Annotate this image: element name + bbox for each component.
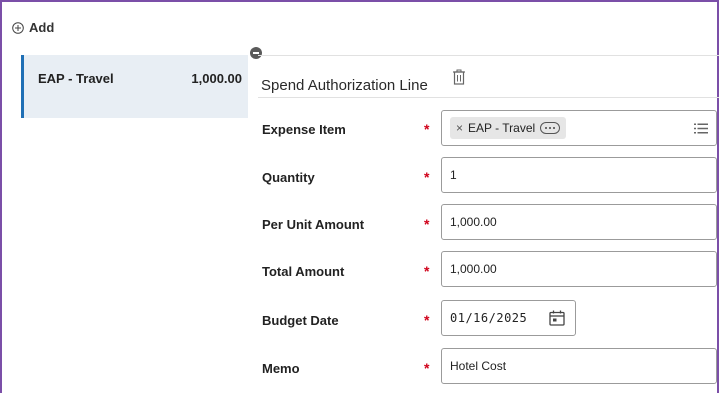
per-unit-amount-input[interactable]: 1,000.00 bbox=[441, 204, 717, 240]
section-title: Spend Authorization Line bbox=[261, 77, 428, 94]
required-marker: * bbox=[424, 169, 430, 185]
memo-label: Memo bbox=[262, 361, 300, 376]
window-frame-top bbox=[0, 0, 719, 2]
expense-item-field[interactable]: × EAP - Travel bbox=[441, 110, 717, 146]
required-marker: * bbox=[424, 121, 430, 137]
line-item-name: EAP - Travel bbox=[38, 71, 114, 86]
quantity-value: 1 bbox=[450, 168, 457, 182]
expense-item-pill[interactable]: × EAP - Travel bbox=[450, 117, 567, 139]
per-unit-amount-label: Per Unit Amount bbox=[262, 217, 365, 232]
required-marker: * bbox=[424, 312, 430, 328]
divider bbox=[258, 55, 719, 56]
required-marker: * bbox=[424, 216, 430, 232]
ellipsis-icon[interactable] bbox=[540, 122, 561, 134]
add-button[interactable]: Add bbox=[12, 20, 54, 35]
expense-item-label: Expense Item bbox=[262, 122, 346, 137]
total-amount-value: 1,000.00 bbox=[450, 262, 497, 276]
calendar-icon[interactable] bbox=[549, 310, 565, 326]
total-amount-label: Total Amount bbox=[262, 264, 345, 279]
budget-date-input[interactable]: 01/16/2025 bbox=[441, 300, 576, 336]
list-icon[interactable] bbox=[694, 123, 708, 134]
trash-icon[interactable] bbox=[452, 69, 466, 85]
memo-input[interactable]: Hotel Cost bbox=[441, 348, 717, 384]
close-icon[interactable]: × bbox=[456, 121, 463, 135]
quantity-label: Quantity bbox=[262, 170, 315, 185]
line-item-amount: 1,000.00 bbox=[191, 71, 242, 86]
window-frame-left bbox=[0, 0, 2, 393]
minus-circle-icon[interactable] bbox=[250, 47, 262, 59]
total-amount-input[interactable]: 1,000.00 bbox=[441, 251, 717, 287]
required-marker: * bbox=[424, 263, 430, 279]
plus-circle-icon bbox=[12, 21, 24, 34]
quantity-input[interactable]: 1 bbox=[441, 157, 717, 193]
divider bbox=[258, 97, 719, 98]
required-marker: * bbox=[424, 360, 430, 376]
budget-date-value: 01/16/2025 bbox=[450, 311, 528, 325]
budget-date-label: Budget Date bbox=[262, 313, 339, 328]
expense-item-value: EAP - Travel bbox=[468, 121, 536, 135]
spend-line-card[interactable]: EAP - Travel 1,000.00 bbox=[21, 55, 248, 118]
per-unit-amount-value: 1,000.00 bbox=[450, 215, 497, 229]
memo-value: Hotel Cost bbox=[450, 359, 507, 373]
add-button-label: Add bbox=[29, 20, 55, 35]
